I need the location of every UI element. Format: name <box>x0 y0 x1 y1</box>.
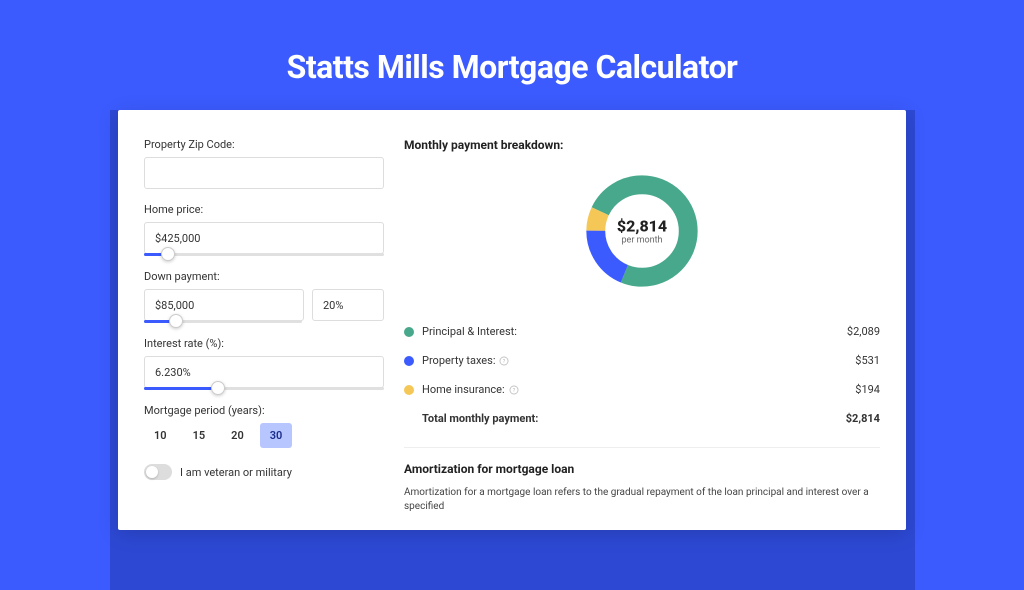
amortization-title: Amortization for mortgage loan <box>404 462 880 476</box>
donut-amount: $2,814 <box>617 217 667 236</box>
interest-field: Interest rate (%): <box>144 337 384 390</box>
interest-label: Interest rate (%): <box>144 337 384 350</box>
veteran-row: I am veteran or military <box>144 464 384 480</box>
breakdown-column: Monthly payment breakdown: $2,814 per mo… <box>404 138 880 502</box>
legend: Principal & Interest:$2,089Property taxe… <box>404 316 880 433</box>
zip-label: Property Zip Code: <box>144 138 384 151</box>
inputs-column: Property Zip Code: Home price: Down paym… <box>144 138 384 502</box>
legend-label: Property taxes:? <box>422 354 855 367</box>
donut-chart: $2,814 per month <box>581 170 703 292</box>
period-btn-15[interactable]: 15 <box>183 423 216 448</box>
amortization-section: Amortization for mortgage loan Amortizat… <box>404 447 880 514</box>
interest-slider[interactable] <box>144 387 384 390</box>
period-btn-30[interactable]: 30 <box>260 423 293 448</box>
help-icon[interactable]: ? <box>499 356 509 366</box>
legend-value: $194 <box>855 383 880 396</box>
down-payment-pct-input[interactable] <box>312 289 384 321</box>
amortization-text: Amortization for a mortgage loan refers … <box>404 486 880 514</box>
legend-row: Home insurance:?$194 <box>404 375 880 404</box>
slider-thumb[interactable] <box>161 247 175 261</box>
period-btn-10[interactable]: 10 <box>144 423 177 448</box>
legend-value: $2,089 <box>847 325 880 338</box>
donut-center: $2,814 per month <box>617 217 667 246</box>
period-field: Mortgage period (years): 10152030 <box>144 404 384 448</box>
veteran-toggle[interactable] <box>144 464 172 480</box>
help-icon[interactable]: ? <box>509 385 519 395</box>
period-btn-20[interactable]: 20 <box>221 423 254 448</box>
legend-row: Property taxes:?$531 <box>404 346 880 375</box>
home-price-slider[interactable] <box>144 253 384 256</box>
zip-input[interactable] <box>144 157 384 189</box>
legend-dot <box>404 356 414 366</box>
toggle-knob <box>146 466 158 478</box>
down-payment-slider[interactable] <box>144 320 302 323</box>
down-payment-label: Down payment: <box>144 270 384 283</box>
home-price-field: Home price: <box>144 203 384 256</box>
breakdown-title: Monthly payment breakdown: <box>404 138 880 152</box>
home-price-input[interactable] <box>144 222 384 254</box>
svg-text:?: ? <box>512 387 515 393</box>
card-frame: Property Zip Code: Home price: Down paym… <box>110 110 915 590</box>
legend-total-row: Total monthly payment:$2,814 <box>404 404 880 433</box>
legend-value: $531 <box>855 354 880 367</box>
veteran-label: I am veteran or military <box>180 466 292 479</box>
zip-field: Property Zip Code: <box>144 138 384 189</box>
total-label: Total monthly payment: <box>422 412 846 425</box>
slider-thumb[interactable] <box>169 314 183 328</box>
down-payment-field: Down payment: <box>144 270 384 323</box>
donut-sub: per month <box>617 236 667 246</box>
home-price-label: Home price: <box>144 203 384 216</box>
donut-wrap: $2,814 per month <box>404 170 880 292</box>
period-buttons: 10152030 <box>144 423 384 448</box>
calculator-card: Property Zip Code: Home price: Down paym… <box>118 110 906 530</box>
legend-label: Principal & Interest: <box>422 325 847 338</box>
legend-row: Principal & Interest:$2,089 <box>404 317 880 346</box>
interest-input[interactable] <box>144 356 384 388</box>
legend-dot <box>404 385 414 395</box>
legend-label: Home insurance:? <box>422 383 855 396</box>
down-payment-input[interactable] <box>144 289 304 321</box>
slider-thumb[interactable] <box>211 381 225 395</box>
legend-dot <box>404 327 414 337</box>
page-title: Statts Mills Mortgage Calculator <box>0 0 1024 110</box>
total-value: $2,814 <box>846 412 880 425</box>
svg-text:?: ? <box>503 358 506 364</box>
period-label: Mortgage period (years): <box>144 404 384 417</box>
